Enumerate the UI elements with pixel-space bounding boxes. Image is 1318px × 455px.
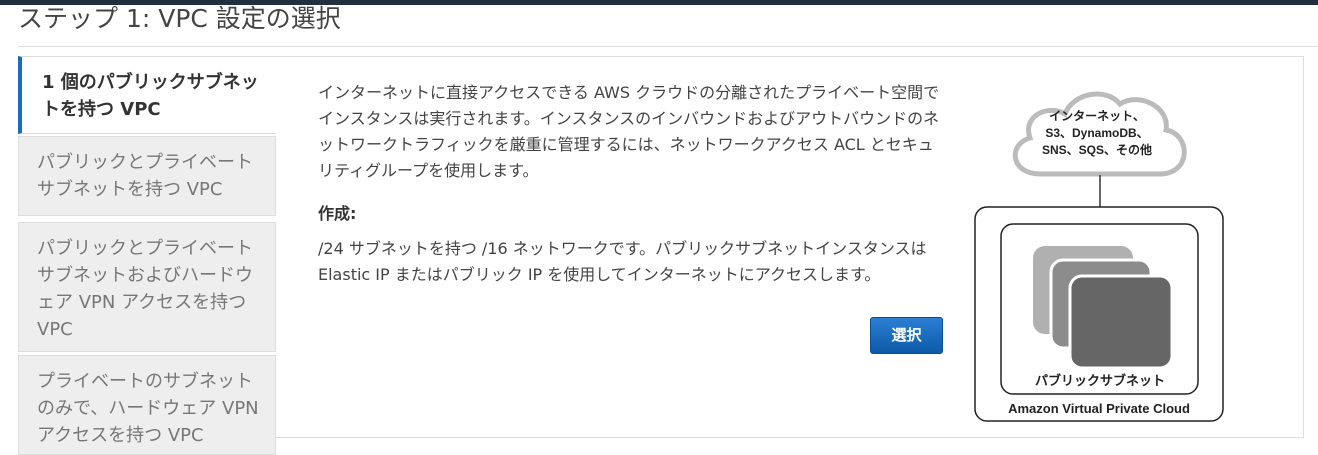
tab-label: プライベートのサブネットのみで、ハードウェア VPN アクセスを持つ VPC — [37, 371, 259, 446]
cloud-label-line2: S3、DynamoDB、 — [1045, 126, 1149, 140]
vpc-description: インターネットに直接アクセスできる AWS クラウドの分離されたプライベート空間… — [318, 83, 940, 180]
cloud-label-line3: SNS、SQS、その他 — [1041, 143, 1153, 157]
tab-label: パブリックとプライベートサブネットおよびハードウェア VPN アクセスを持つ V… — [37, 238, 253, 340]
tab-public-private-subnets[interactable]: パブリックとプライベートサブネットを持つ VPC — [18, 136, 276, 216]
cloud-label: インターネット、 S3、DynamoDB、 SNS、SQS、その他 — [1022, 108, 1172, 159]
create-detail: /24 サブネットを持つ /16 ネットワークです。パブリックサブネットインスタ… — [318, 239, 927, 284]
select-button[interactable]: 選択 — [870, 317, 943, 354]
tab-single-public-subnet[interactable]: 1 個のパブリックサブネットを持つ VPC — [18, 56, 276, 134]
tab-public-private-vpn[interactable]: パブリックとプライベートサブネットおよびハードウェア VPN アクセスを持つ V… — [18, 222, 276, 352]
title-divider — [18, 46, 1318, 47]
vpc-diagram: インターネット、 S3、DynamoDB、 SNS、SQS、その他 パブリックサ… — [970, 64, 1230, 429]
description-block: インターネットに直接アクセスできる AWS クラウドの分離されたプライベート空間… — [318, 80, 948, 184]
vpc-label: Amazon Virtual Private Cloud — [1008, 401, 1190, 416]
subnet-label: パブリックサブネット — [1034, 373, 1165, 388]
tab-label: パブリックとプライベートサブネットを持つ VPC — [37, 152, 253, 200]
instance-icon-front — [1068, 274, 1174, 370]
cloud-label-line1: インターネット、 — [1049, 109, 1145, 123]
create-heading: 作成: — [318, 204, 357, 223]
tab-private-only-vpn[interactable]: プライベートのサブネットのみで、ハードウェア VPN アクセスを持つ VPC — [18, 355, 276, 455]
page-title: ステップ 1: VPC 設定の選択 — [18, 4, 341, 33]
tab-label: 1 個のパブリックサブネットを持つ VPC — [42, 72, 259, 120]
